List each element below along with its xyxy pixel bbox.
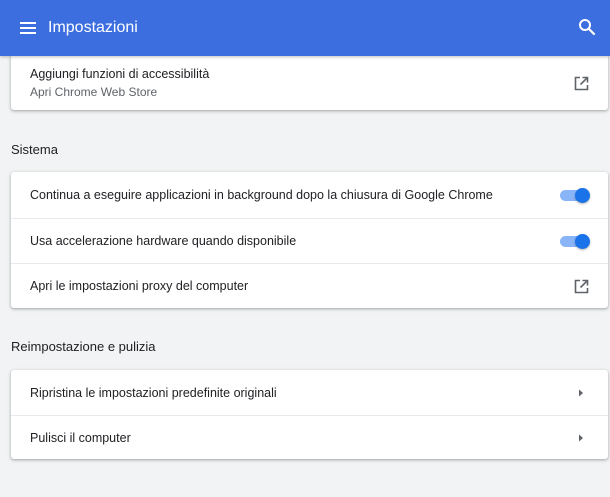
reset-card: Ripristina le impostazioni predefinite o… xyxy=(11,370,608,459)
accessibility-sublabel: Apri Chrome Web Store xyxy=(30,85,158,99)
section-title-reset: Reimpostazione e pulizia xyxy=(11,339,156,354)
chevron-right-icon xyxy=(572,384,590,402)
hardware-acceleration-label: Usa accelerazione hardware quando dispon… xyxy=(30,234,297,248)
open-in-new-icon[interactable] xyxy=(572,277,590,295)
page-title: Impostazioni xyxy=(48,19,138,36)
toggle-knob xyxy=(575,188,590,203)
accessibility-row[interactable]: Aggiungi funzioni di accessibilità Apri … xyxy=(11,54,608,110)
accessibility-card: Aggiungi funzioni di accessibilità Apri … xyxy=(11,54,608,110)
background-apps-label: Continua a eseguire applicazioni in back… xyxy=(30,188,493,202)
accessibility-label: Aggiungi funzioni di accessibilità xyxy=(30,67,210,81)
background-apps-toggle[interactable] xyxy=(560,188,590,203)
toggle-knob xyxy=(575,234,590,249)
hardware-acceleration-row[interactable]: Usa accelerazione hardware quando dispon… xyxy=(11,218,608,263)
chevron-right-icon xyxy=(572,429,590,447)
hardware-acceleration-toggle[interactable] xyxy=(560,234,590,249)
background-apps-row[interactable]: Continua a eseguire applicazioni in back… xyxy=(11,172,608,218)
section-title-sistema: Sistema xyxy=(11,142,58,157)
proxy-settings-label: Apri le impostazioni proxy del computer xyxy=(30,279,249,293)
proxy-settings-row[interactable]: Apri le impostazioni proxy del computer xyxy=(11,263,608,308)
clean-computer-row[interactable]: Pulisci il computer xyxy=(11,415,608,459)
search-icon[interactable] xyxy=(578,18,598,38)
hamburger-menu-icon[interactable] xyxy=(18,18,38,38)
system-card: Continua a eseguire applicazioni in back… xyxy=(11,172,608,308)
restore-defaults-row[interactable]: Ripristina le impostazioni predefinite o… xyxy=(11,370,608,415)
clean-computer-label: Pulisci il computer xyxy=(30,430,131,445)
accessibility-text: Aggiungi funzioni di accessibilità Apri … xyxy=(30,67,572,99)
restore-defaults-label: Ripristina le impostazioni predefinite o… xyxy=(30,385,277,400)
open-in-new-icon[interactable] xyxy=(572,74,590,92)
app-header: Impostazioni xyxy=(0,0,610,56)
